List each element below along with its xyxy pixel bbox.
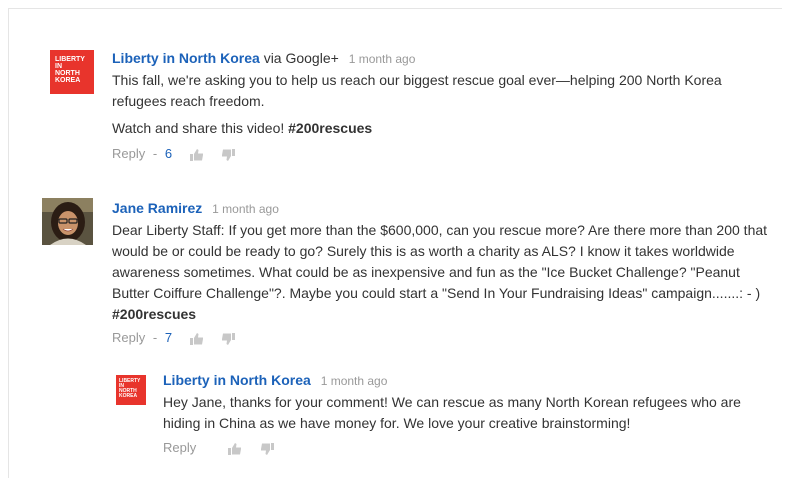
separator: - [152, 146, 158, 161]
comment-actions: Reply - 7 [112, 329, 772, 347]
logo-text-line: IN [55, 63, 62, 70]
comment-text: This fall, we're asking you to help us r… [112, 70, 772, 139]
paragraph-text: Dear Liberty Staff: If you get more than… [112, 222, 768, 301]
avatar-liberty-logo[interactable]: LIBERTY IN NORTH KOREA [50, 50, 94, 94]
reply-button[interactable]: Reply [163, 440, 196, 455]
timestamp[interactable]: 1 month ago [321, 374, 388, 388]
avatar-jane-ramirez[interactable] [42, 198, 93, 245]
logo-text-line: KOREA [119, 393, 138, 399]
reply-button[interactable]: Reply [112, 330, 145, 345]
comment-actions: Reply - 6 [112, 145, 772, 163]
comment-text: Dear Liberty Staff: If you get more than… [112, 220, 772, 325]
comment-text: Hey Jane, thanks for your comment! We ca… [163, 392, 773, 434]
separator: - [152, 330, 158, 345]
author-link[interactable]: Liberty in North Korea [112, 50, 260, 66]
thumbs-down-icon[interactable] [260, 442, 274, 455]
hashtag[interactable]: #200rescues [288, 120, 372, 136]
thumbs-down-icon[interactable] [221, 148, 236, 161]
comment-header: Liberty in North Korea via Google+ 1 mon… [112, 49, 772, 68]
thumbs-up-icon[interactable] [189, 332, 204, 345]
comment-paragraph: Dear Liberty Staff: If you get more than… [112, 220, 772, 325]
logo-text-line: KOREA [55, 77, 81, 84]
comment-header: Liberty in North Korea 1 month ago [163, 371, 773, 390]
comment-paragraph: Watch and share this video! #200rescues [112, 118, 772, 139]
comment-header: Jane Ramirez 1 month ago [112, 199, 772, 218]
comment-paragraph: Hey Jane, thanks for your comment! We ca… [163, 394, 741, 431]
reply-button[interactable]: Reply [112, 146, 145, 161]
timestamp[interactable]: 1 month ago [212, 202, 279, 216]
comment-paragraph: This fall, we're asking you to help us r… [112, 72, 722, 109]
hashtag[interactable]: #200rescues [112, 306, 196, 322]
comment-actions: Reply [163, 439, 773, 457]
paragraph-text: Watch and share this video! [112, 120, 289, 136]
author-link[interactable]: Jane Ramirez [112, 200, 202, 216]
logo-text-line: NORTH [55, 70, 80, 77]
thumbs-up-icon[interactable] [227, 442, 242, 455]
logo-text-line: LIBERTY [55, 56, 85, 63]
thumbs-down-icon[interactable] [221, 332, 236, 345]
plus-count[interactable]: 6 [165, 146, 172, 161]
avatar-liberty-logo[interactable]: LIBERTY IN NORTH KOREA [116, 375, 146, 405]
thumbs-up-icon[interactable] [189, 148, 204, 161]
timestamp[interactable]: 1 month ago [349, 52, 416, 66]
via-label: via Google+ [263, 50, 339, 66]
plus-count[interactable]: 7 [165, 330, 172, 345]
author-link[interactable]: Liberty in North Korea [163, 372, 311, 388]
